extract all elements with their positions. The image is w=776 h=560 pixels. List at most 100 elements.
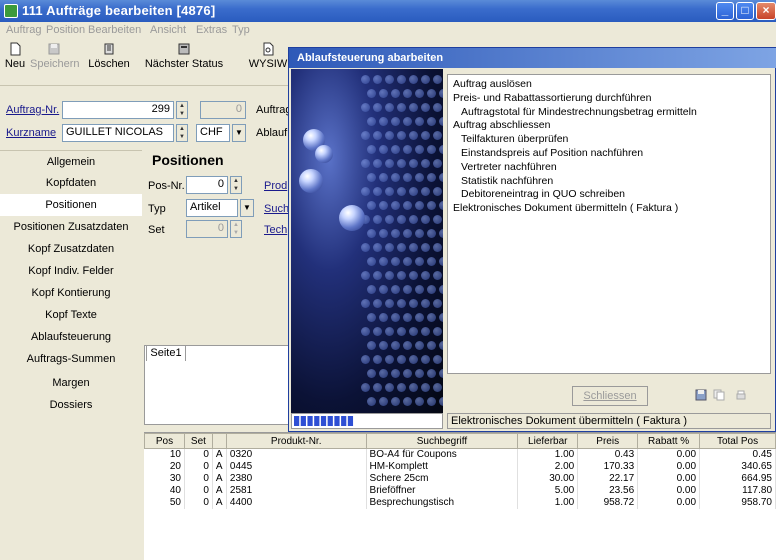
sidebar-item-kopf-texte[interactable]: Kopf Texte [0,304,142,326]
col-discount[interactable]: Rabatt % [637,433,701,449]
grid-dot [433,131,442,140]
sidebar-item-kopf-indiv-felder[interactable]: Kopf Indiv. Felder [0,260,142,282]
table-row[interactable]: 20 0 A 0445 HM-Komplett 2.00 170.33 0.00… [144,461,776,473]
tech-link[interactable]: Tech [264,224,287,236]
grid-dot [427,201,436,210]
cell-product-no: 2581 [226,485,367,497]
col-pos[interactable]: Pos [144,433,185,449]
cell-set: 0 [184,448,213,461]
currency-dropdown-icon[interactable]: ▼ [232,124,246,142]
pos-nr-field[interactable]: 0 [186,176,228,194]
cell-set: 0 [184,473,213,485]
grid-dot [433,103,442,112]
grid-dot [415,89,424,98]
pos-nr-stepper[interactable]: ▲ ▼ [230,176,242,194]
grid-dot [409,327,418,336]
order-no-stepper[interactable]: ▲ ▼ [176,101,188,119]
sidebar-item-kopf-kontierung[interactable]: Kopf Kontierung [0,282,142,304]
col-total[interactable]: Total Pos [699,433,776,449]
sidebar-item-positionen-zusatzdaten[interactable]: Positionen Zusatzdaten [0,216,142,238]
type-dropdown-icon[interactable]: ▼ [240,199,254,217]
order-no-field[interactable]: 299 [62,101,174,119]
table-row[interactable]: 50 0 A 4400 Besprechungstisch 1.00 958.7… [144,497,776,509]
save-icon[interactable] [695,389,707,401]
table-row[interactable]: 30 0 A 2380 Schere 25cm 30.00 22.17 0.00… [144,473,776,485]
search-link[interactable]: Such [264,203,289,215]
minimize-button[interactable]: _ [716,2,734,20]
cell-total: 664.95 [699,473,776,485]
currency-select[interactable]: CHF [196,124,230,142]
menu-position[interactable]: Position [46,24,85,36]
grid-dot [421,327,430,336]
sidebar-item-kopf-zusatzdaten[interactable]: Kopf Zusatzdaten [0,238,142,260]
save-button[interactable]: Speichern [30,42,80,70]
pearl-2 [315,145,333,163]
grid-dot [373,327,382,336]
next-status-button[interactable]: Nächster Status [138,42,230,70]
cell-flag: A [212,461,227,473]
type-select[interactable]: Artikel [186,199,238,217]
close-window-button[interactable]: × [756,2,776,20]
short-name-label[interactable]: Kurzname [6,127,56,139]
grid-dot [427,397,436,406]
product-link[interactable]: Prod [264,180,287,192]
menu-bearbeiten[interactable]: Bearbeiten [88,24,141,36]
grid-dot [433,327,442,336]
menu-extras[interactable]: Extras [196,24,227,36]
menu-ansicht[interactable]: Ansicht [150,24,186,36]
cell-search-term: Schere 25cm [366,473,519,485]
cell-available: 2.00 [517,461,579,473]
grid-dot [367,229,376,238]
sidebar-item-auftrags-summen[interactable]: Auftrags-Summen [0,348,142,370]
grid-dot [403,145,412,154]
sidebar-item-ablaufsteuerung[interactable]: Ablaufsteuerung [0,326,142,348]
grid-dot [385,383,394,392]
table-row[interactable]: 10 0 A 0320 BO-A4 für Coupons 1.00 0.43 … [144,448,776,461]
cell-search-term: Besprechungstisch [366,497,519,509]
col-available[interactable]: Lieferbar [517,433,579,449]
sidebar-item-kopfdaten[interactable]: Kopfdaten [0,172,142,194]
short-name-field[interactable]: GUILLET NICOLAS [62,124,174,142]
cell-available: 30.00 [517,473,579,485]
col-set[interactable]: Set [183,433,213,449]
menu-auftrag[interactable]: Auftrag [6,24,41,36]
cell-discount: 0.00 [637,448,701,461]
sidebar-item-positionen[interactable]: Positionen [0,194,142,216]
new-button[interactable]: Neu [4,42,26,70]
col-search-term[interactable]: Suchbegriff [365,433,519,449]
col-flag[interactable] [211,433,227,449]
sidebar-item-dossiers[interactable]: Dossiers [0,394,142,416]
delete-button[interactable]: Löschen [84,42,134,70]
grid-dot [415,313,424,322]
copy-icon[interactable] [713,389,725,401]
wysiwyg-button[interactable]: WYSIW [246,42,290,70]
col-product-no[interactable]: Produkt-Nr. [225,433,367,449]
grid-dot [397,75,406,84]
grid-dot [439,257,443,266]
cell-flag: A [212,448,227,461]
grid-dot [409,187,418,196]
tab-seite1[interactable]: Seite1 [146,345,186,361]
maximize-button[interactable]: □ [736,2,754,20]
grid-dot [403,89,412,98]
col-price[interactable]: Preis [577,433,639,449]
sidebar-item-margen[interactable]: Margen [0,372,142,394]
sidebar: Allgemein Kopfdaten Positionen Positione… [0,150,142,560]
app-icon [4,4,18,18]
list-item: Auftrag auslösen [453,78,532,90]
positions-grid: Pos Set Produkt-Nr. Suchbegriff Lieferba… [144,432,776,560]
menu-typ[interactable]: Typ [232,24,250,36]
grid-dot [397,299,406,308]
grid-dot [433,271,442,280]
cell-pos: 50 [144,497,185,509]
grid-header-row: Pos Set Produkt-Nr. Suchbegriff Lieferba… [144,433,776,449]
grid-dot [391,313,400,322]
short-name-stepper[interactable]: ▲ ▼ [176,124,188,142]
print-icon[interactable] [735,389,747,401]
table-row[interactable]: 40 0 A 2581 Brieföffner 5.00 23.56 0.00 … [144,485,776,497]
grid-dot [421,383,430,392]
order-no-label[interactable]: Auftrag-Nr. [6,104,59,116]
close-button[interactable]: Schliessen [572,386,648,406]
sidebar-item-allgemein[interactable]: Allgemein [0,150,142,172]
new-document-icon [10,42,21,56]
